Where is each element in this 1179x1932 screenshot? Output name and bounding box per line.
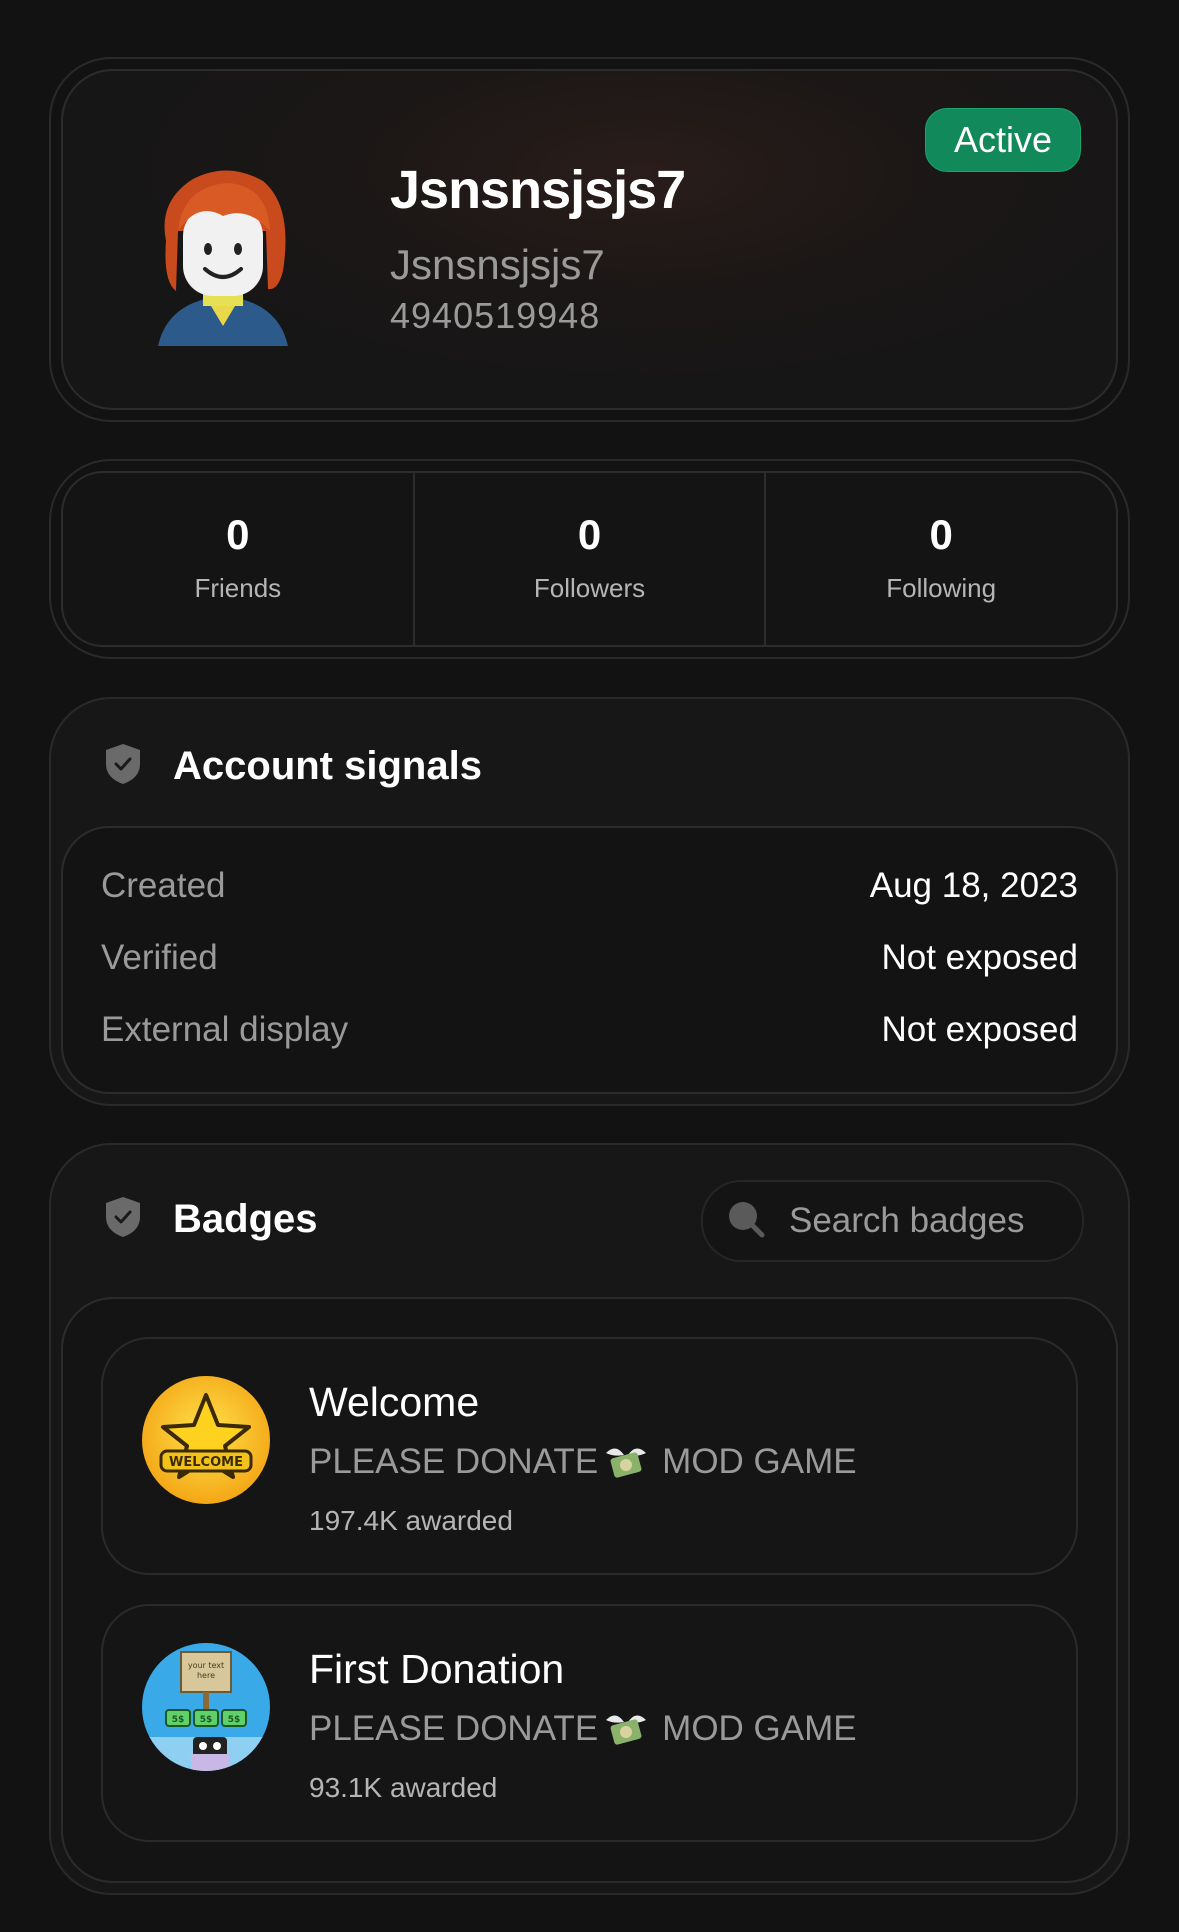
sign-money-1: 5$ <box>172 1715 185 1725</box>
badge-game-prefix: PLEASE DONATE <box>309 1442 599 1481</box>
money-wings-icon <box>602 1708 650 1750</box>
signal-row-created: Created Aug 18, 2023 <box>101 866 1078 906</box>
avatar <box>148 161 298 346</box>
sign-line2: here <box>197 1671 215 1680</box>
signal-value: Not exposed <box>881 1010 1078 1049</box>
stats-row: 0 Friends 0 Followers 0 Following <box>61 471 1118 647</box>
search-badges-input[interactable]: Search badges <box>701 1180 1084 1262</box>
badge-item-welcome[interactable]: WELCOME Welcome PLEASE DONATE MOD GAME 1… <box>101 1337 1078 1575</box>
money-wings-icon <box>602 1441 650 1483</box>
stats-card: 0 Friends 0 Followers 0 Following <box>49 459 1130 659</box>
stat-following[interactable]: 0 Following <box>764 473 1116 645</box>
signal-value: Aug 18, 2023 <box>869 866 1078 905</box>
profile-card: Jsnsnsjsjs7 Jsnsnsjsjs7 4940519948 Activ… <box>49 57 1130 422</box>
account-signals-header: Account signals <box>103 742 482 791</box>
signal-row-verified: Verified Not exposed <box>101 938 1078 978</box>
stat-friends[interactable]: 0 Friends <box>63 473 413 645</box>
signal-row-external-display: External display Not exposed <box>101 1010 1078 1050</box>
shield-check-icon <box>103 1195 143 1244</box>
signal-label: Verified <box>101 938 218 977</box>
badge-game: PLEASE DONATE MOD GAME <box>309 1441 857 1483</box>
badge-name: Welcome <box>309 1379 480 1425</box>
signal-value: Not exposed <box>881 938 1078 977</box>
sign-line1: your text <box>188 1661 224 1670</box>
section-title: Badges <box>173 1197 318 1241</box>
badge-game-suffix: MOD GAME <box>662 1442 857 1481</box>
badges-list: WELCOME Welcome PLEASE DONATE MOD GAME 1… <box>61 1297 1118 1883</box>
stat-value: 0 <box>577 511 602 558</box>
stat-label: Friends <box>194 573 282 603</box>
donation-sign-icon: your text here 5$ 5$ 5$ <box>141 1642 271 1772</box>
shield-check-icon <box>103 742 143 791</box>
search-icon <box>727 1200 765 1243</box>
search-placeholder: Search badges <box>789 1201 1025 1240</box>
account-signals-card: Account signals Created Aug 18, 2023 Ver… <box>49 697 1130 1106</box>
stat-value: 0 <box>929 511 953 558</box>
username: Jsnsnsjsjs7 <box>390 160 686 220</box>
badge-awarded-count: 197.4K awarded <box>309 1505 513 1536</box>
sign-money-2: 5$ <box>200 1715 213 1725</box>
badges-header: Badges <box>103 1195 318 1244</box>
sign-money-3: 5$ <box>228 1715 241 1725</box>
badge-game-suffix: MOD GAME <box>662 1709 857 1748</box>
signal-label: Created <box>101 866 226 905</box>
section-title: Account signals <box>173 744 482 788</box>
badge-awarded-count: 93.1K awarded <box>309 1772 498 1803</box>
welcome-icon-text: WELCOME <box>169 1455 243 1470</box>
badge-item-first-donation[interactable]: your text here 5$ 5$ 5$ First Donation P… <box>101 1604 1078 1842</box>
stat-label: Followers <box>533 573 646 603</box>
badge-game: PLEASE DONATE MOD GAME <box>309 1708 857 1750</box>
badge-name: First Donation <box>309 1646 565 1692</box>
stat-followers[interactable]: 0 Followers <box>412 473 765 645</box>
signal-label: External display <box>101 1010 349 1049</box>
badges-card: Badges Search badges WELCOME Welcome PLE… <box>49 1143 1130 1895</box>
signals-list: Created Aug 18, 2023 Verified Not expose… <box>61 826 1118 1094</box>
profile-card-inner: Jsnsnsjsjs7 Jsnsnsjsjs7 4940519948 Activ… <box>61 69 1118 410</box>
display-name: Jsnsnsjsjs7 <box>390 241 605 288</box>
user-id: 4940519948 <box>390 295 601 336</box>
welcome-star-icon: WELCOME <box>141 1375 271 1505</box>
status-badge: Active <box>924 108 1081 172</box>
stat-label: Following <box>886 573 997 603</box>
stat-value: 0 <box>226 511 250 558</box>
badge-game-prefix: PLEASE DONATE <box>309 1709 599 1748</box>
